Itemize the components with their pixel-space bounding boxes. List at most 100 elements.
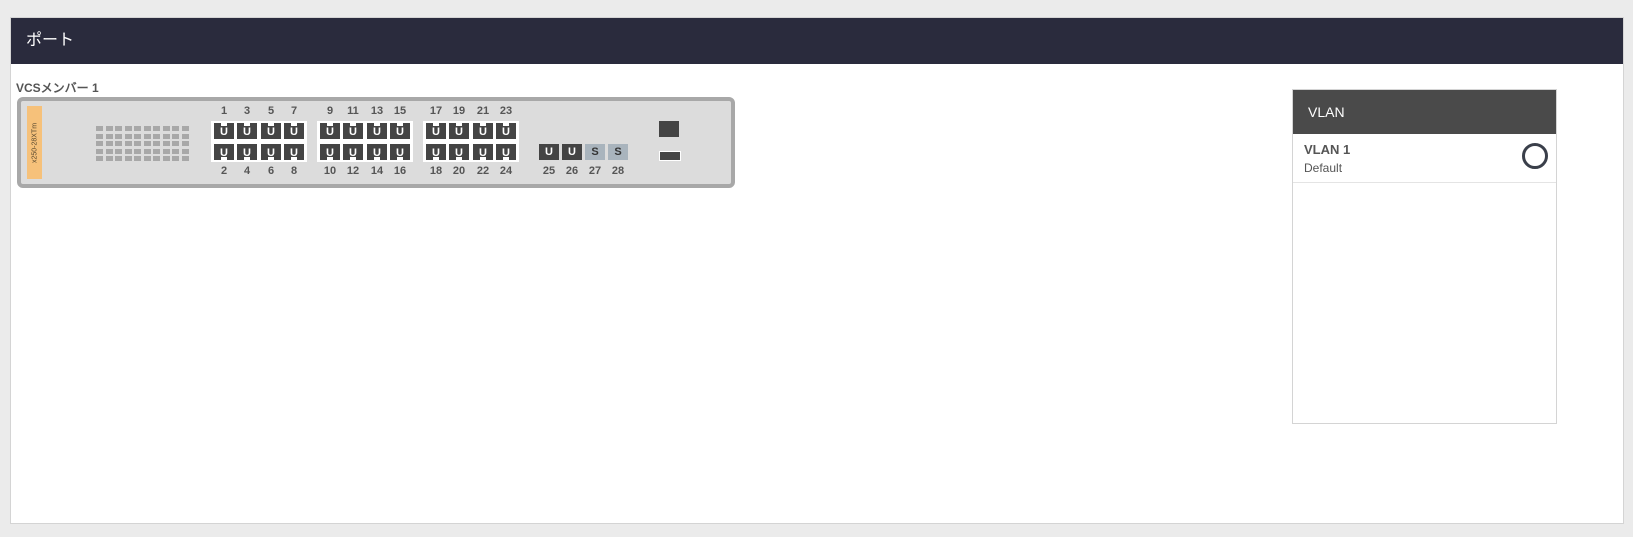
vent-cell	[96, 133, 103, 139]
port-11[interactable]: U	[343, 123, 363, 139]
port-number-label: 8	[290, 165, 298, 177]
model-name: x250-28XTm	[31, 122, 38, 163]
vent-cell	[153, 126, 160, 131]
port-26[interactable]: U	[562, 144, 582, 160]
vent-cell	[181, 156, 189, 161]
vent-cell	[134, 141, 141, 146]
port-number-label: 28	[611, 165, 625, 177]
vent-cell	[115, 148, 122, 154]
port-5[interactable]: U	[261, 123, 281, 139]
port-number-label: 24	[499, 165, 513, 177]
port-6[interactable]: U	[261, 144, 281, 160]
vent-cell	[162, 156, 170, 161]
vent-cell	[143, 156, 151, 161]
vent-cell	[181, 148, 189, 154]
port-number-label: 20	[452, 165, 466, 177]
port-3[interactable]: U	[237, 123, 257, 139]
port-19[interactable]: U	[449, 123, 469, 139]
vent-cell	[115, 133, 122, 139]
vlan-panel-title: VLAN	[1293, 90, 1556, 134]
port-14[interactable]: U	[367, 144, 387, 160]
vent-cell	[172, 126, 179, 131]
port-27[interactable]: S	[585, 144, 605, 160]
vent-cell	[134, 148, 141, 154]
port-number-label: 23	[499, 105, 513, 117]
vent-cell	[134, 126, 141, 131]
port-21[interactable]: U	[473, 123, 493, 139]
port-number-label: 4	[243, 165, 251, 177]
vent-cell	[153, 148, 160, 154]
port-number-label: 14	[370, 165, 384, 177]
port-12[interactable]: U	[343, 144, 363, 160]
port-1[interactable]: U	[214, 123, 234, 139]
port-24[interactable]: U	[496, 144, 516, 160]
port-number-label: 15	[393, 105, 407, 117]
management-port[interactable]	[659, 121, 679, 137]
port-4[interactable]: U	[237, 144, 257, 160]
port-10[interactable]: U	[320, 144, 340, 160]
switch-faceplate: x250-28XTm 1 U U 2 3 U U 4 5 U U 6 7 U U 8 9 U U 10 11 U U 12 13…	[17, 97, 735, 188]
port-number-label: 17	[429, 105, 443, 117]
port-15[interactable]: U	[390, 123, 410, 139]
port-16[interactable]: U	[390, 144, 410, 160]
port-28[interactable]: S	[608, 144, 628, 160]
port-17[interactable]: U	[426, 123, 446, 139]
port-number-label: 6	[267, 165, 275, 177]
port-number-label: 2	[220, 165, 228, 177]
vent-cell	[96, 126, 103, 131]
port-number-label: 22	[476, 165, 490, 177]
vent-cell	[124, 148, 132, 154]
vent-cell	[172, 148, 179, 154]
vent-cell	[124, 156, 132, 161]
vent-cell	[105, 133, 113, 139]
vcs-member-label: VCSメンバー 1	[16, 81, 99, 95]
vent-cell	[96, 148, 103, 154]
port-18[interactable]: U	[426, 144, 446, 160]
panel-title: ポート	[11, 18, 1623, 64]
vent-cell	[96, 141, 103, 146]
port-23[interactable]: U	[496, 123, 516, 139]
port-20[interactable]: U	[449, 144, 469, 160]
vent-cell	[162, 141, 170, 146]
vent-cell	[105, 156, 113, 161]
port-number-label: 3	[243, 105, 251, 117]
vent-cell	[124, 141, 132, 146]
vlan-select-radio[interactable]	[1522, 143, 1548, 169]
vent-cell	[105, 148, 113, 154]
port-number-label: 11	[347, 105, 359, 117]
vent-cell	[172, 141, 179, 146]
port-7[interactable]: U	[284, 123, 304, 139]
port-9[interactable]: U	[320, 123, 340, 139]
vent-cell	[153, 156, 160, 161]
vent-cell	[105, 141, 113, 146]
vent-cell	[143, 133, 151, 139]
vent-cell	[153, 141, 160, 146]
port-number-label: 18	[429, 165, 443, 177]
vent-cell	[153, 133, 160, 139]
vlan-panel: VLAN VLAN 1 Default	[1292, 89, 1557, 424]
port-13[interactable]: U	[367, 123, 387, 139]
vent-cell	[172, 156, 179, 161]
vent-cell	[162, 148, 170, 154]
port-number-label: 13	[370, 105, 384, 117]
vent-cell	[143, 126, 151, 131]
port-number-label: 7	[290, 105, 298, 117]
port-number-label: 21	[476, 105, 490, 117]
port-number-label: 12	[346, 165, 360, 177]
vent-cell	[115, 126, 122, 131]
vent-cell	[96, 156, 103, 161]
port-number-label: 9	[326, 105, 334, 117]
port-2[interactable]: U	[214, 144, 234, 160]
usb-slot[interactable]	[659, 151, 681, 161]
vent-cell	[115, 156, 122, 161]
vent-cell	[124, 133, 132, 139]
port-25[interactable]: U	[539, 144, 559, 160]
port-8[interactable]: U	[284, 144, 304, 160]
vlan-list-item[interactable]: VLAN 1 Default	[1293, 134, 1556, 183]
port-number-label: 10	[323, 165, 337, 177]
port-number-label: 25	[542, 165, 556, 177]
vlan-name: VLAN 1	[1304, 142, 1351, 157]
port-number-label: 19	[452, 105, 466, 117]
port-22[interactable]: U	[473, 144, 493, 160]
vent-cell	[181, 126, 189, 131]
